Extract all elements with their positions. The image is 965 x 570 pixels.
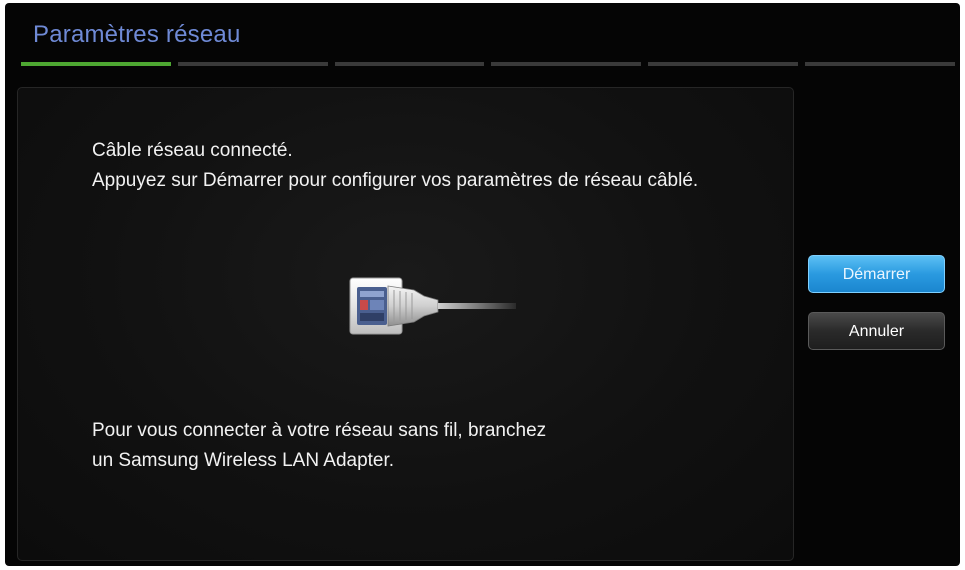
wireless-hint: Pour vous connecter à votre réseau sans … <box>92 416 782 476</box>
progress-step-4 <box>491 62 642 66</box>
status-message: Câble réseau connecté. Appuyez sur Démar… <box>92 136 782 196</box>
cancel-button[interactable]: Annuler <box>808 312 945 350</box>
content-panel: Câble réseau connecté. Appuyez sur Démar… <box>17 87 794 561</box>
wireless-hint-line-2: un Samsung Wireless LAN Adapter. <box>92 450 395 471</box>
start-button[interactable]: Démarrer <box>808 255 945 293</box>
cable-status-text: Câble réseau connecté. <box>92 140 293 161</box>
progress-step-2 <box>177 62 328 66</box>
step-progress-bar <box>21 61 955 67</box>
network-settings-window: Paramètres réseau Câble réseau connecté.… <box>5 3 960 566</box>
progress-step-6 <box>805 62 955 66</box>
progress-step-3 <box>334 62 485 66</box>
wireless-hint-line-1: Pour vous connecter à votre réseau sans … <box>92 420 547 441</box>
ethernet-cable-icon <box>349 277 516 335</box>
instruction-text: Appuyez sur Démarrer pour configurer vos… <box>92 170 699 191</box>
page-title: Paramètres réseau <box>33 21 241 48</box>
progress-step-5 <box>648 62 799 66</box>
progress-step-1 <box>21 62 171 66</box>
